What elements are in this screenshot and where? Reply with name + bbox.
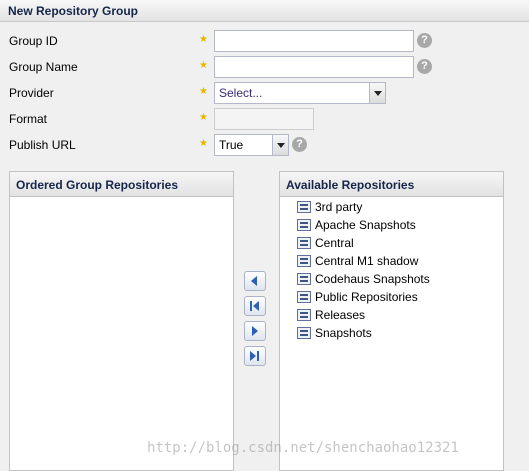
repository-item[interactable]: Snapshots [297, 325, 503, 343]
repository-icon [297, 327, 311, 339]
move-all-left-icon [250, 301, 259, 311]
ordered-group-repositories-title: Ordered Group Repositories [10, 172, 233, 197]
move-left-button[interactable] [244, 271, 266, 291]
watermark: http://blog.csdn.net/shenchaohao12321 [147, 440, 459, 456]
group-name-input[interactable] [214, 56, 414, 78]
move-right-button[interactable] [244, 321, 266, 341]
required-star-icon: ★ [199, 60, 208, 71]
publish-url-select-value: True [219, 138, 244, 152]
repository-item[interactable]: Central M1 shadow [297, 253, 503, 271]
repository-label: Apache Snapshots [315, 218, 416, 232]
repository-item[interactable]: Codehaus Snapshots [297, 271, 503, 289]
help-icon[interactable]: ? [417, 33, 432, 48]
repository-label: Public Repositories [315, 290, 418, 304]
group-name-row: Group Name ★ ? [0, 56, 529, 80]
available-repo-list[interactable]: 3rd party Apache Snapshots Central Central … [280, 197, 503, 343]
repository-icon [297, 237, 311, 249]
ordered-repo-list[interactable] [10, 197, 233, 199]
repository-label: 3rd party [315, 200, 363, 214]
repository-icon [297, 255, 311, 267]
group-id-label: Group ID [9, 34, 58, 48]
repository-label: Codehaus Snapshots [315, 272, 430, 286]
required-star-icon: ★ [199, 112, 208, 123]
provider-label: Provider [9, 86, 54, 100]
repository-label: Central M1 shadow [315, 254, 419, 268]
repository-icon [297, 219, 311, 231]
repository-icon [297, 309, 311, 321]
format-input [214, 108, 314, 130]
help-icon[interactable]: ? [417, 59, 432, 74]
repository-icon [297, 201, 311, 213]
repository-icon [297, 291, 311, 303]
move-left-icon [251, 276, 257, 286]
provider-select-value: Select... [219, 86, 263, 100]
move-all-right-button[interactable] [244, 346, 266, 366]
repository-label: Releases [315, 308, 366, 322]
group-id-row: Group ID ★ ? [0, 30, 529, 54]
publish-url-row: Publish URL ★ True ? [0, 134, 529, 158]
format-row: Format ★ [0, 108, 529, 132]
window-title-bar: New Repository Group [0, 0, 529, 22]
format-label: Format [9, 112, 48, 126]
repository-item[interactable]: Central [297, 235, 503, 253]
required-star-icon: ★ [199, 34, 208, 45]
repository-icon [297, 273, 311, 285]
chevron-down-icon[interactable] [369, 83, 385, 103]
publish-url-label: Publish URL [9, 138, 76, 152]
repository-item[interactable]: 3rd party [297, 199, 503, 217]
available-repositories-panel[interactable]: Available Repositories 3rd party Apache S… [279, 171, 504, 471]
repository-item[interactable]: Releases [297, 307, 503, 325]
move-right-icon [252, 326, 258, 336]
required-star-icon: ★ [199, 138, 208, 149]
required-star-icon: ★ [199, 86, 208, 97]
publish-url-select[interactable]: True [214, 134, 289, 156]
repository-item[interactable]: Public Repositories [297, 289, 503, 307]
provider-select[interactable]: Select... [214, 82, 386, 104]
available-repositories-title: Available Repositories [280, 172, 503, 197]
repository-item[interactable]: Apache Snapshots [297, 217, 503, 235]
repository-label: Central [315, 236, 354, 250]
window-title: New Repository Group [8, 4, 139, 18]
provider-row: Provider ★ Select... [0, 82, 529, 106]
group-id-input[interactable] [214, 30, 414, 52]
move-all-left-button[interactable] [244, 296, 266, 316]
group-name-label: Group Name [9, 60, 78, 74]
ordered-group-repositories-panel[interactable]: Ordered Group Repositories [9, 171, 234, 471]
help-icon[interactable]: ? [292, 137, 307, 152]
chevron-down-icon[interactable] [272, 135, 288, 155]
move-all-right-icon [250, 351, 259, 361]
repository-label: Snapshots [315, 326, 372, 340]
